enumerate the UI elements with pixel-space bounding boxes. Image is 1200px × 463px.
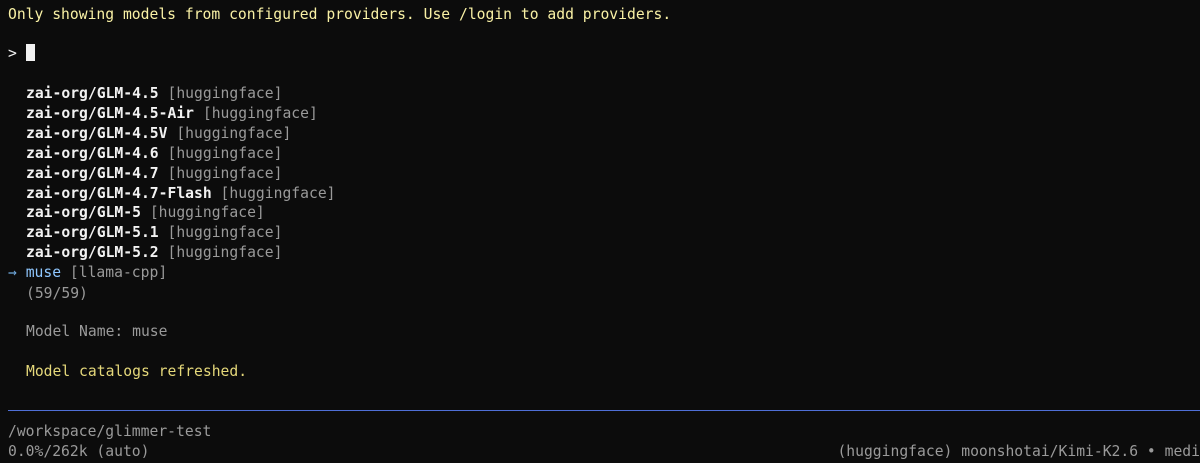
model-name: zai-org/GLM-5.1 — [26, 224, 159, 241]
model-provider: [huggingface] — [167, 145, 283, 162]
model-provider: [huggingface] — [220, 185, 336, 202]
model-list-item[interactable]: zai-org/GLM-4.6 [huggingface] — [26, 144, 282, 164]
model-list: zai-org/GLM-4.5 [huggingface] zai-org/GL… — [0, 85, 1200, 396]
model-name-info: Model Name: muse — [26, 323, 168, 340]
model-search-prompt[interactable]: > — [8, 44, 35, 64]
model-provider: [huggingface] — [202, 105, 318, 122]
model-name: zai-org/GLM-4.5V — [26, 125, 168, 142]
context-usage: 0.0%/262k (auto) — [8, 443, 150, 460]
model-provider: [huggingface] — [167, 244, 283, 261]
model-provider: [huggingface] — [167, 165, 283, 182]
model-list-item[interactable]: zai-org/GLM-4.5-Air [huggingface] — [26, 104, 318, 124]
model-list-item[interactable]: zai-org/GLM-4.7 [huggingface] — [26, 164, 282, 184]
status-message: Model catalogs refreshed. — [26, 363, 248, 380]
model-list-item[interactable]: zai-org/GLM-5.2 [huggingface] — [26, 243, 282, 263]
model-name: zai-org/GLM-4.7-Flash — [26, 185, 212, 202]
model-name: zai-org/GLM-5 — [26, 204, 141, 221]
model-list-item[interactable]: zai-org/GLM-5.1 [huggingface] — [26, 223, 282, 243]
model-provider: [huggingface] — [167, 85, 283, 102]
active-model-status: (huggingface) moonshotai/Kimi-K2.6 • med… — [837, 443, 1200, 460]
model-provider: [llama-cpp] — [69, 264, 168, 281]
footer-divider — [8, 410, 1200, 411]
model-list-item-selected[interactable]: → muse [llama-cpp] — [8, 263, 167, 283]
working-directory: /workspace/glimmer-test — [8, 423, 212, 440]
model-name: zai-org/GLM-4.5-Air — [26, 105, 195, 122]
provider-notice: Only showing models from configured prov… — [8, 6, 672, 23]
selection-arrow-icon: → — [8, 264, 17, 281]
model-list-item[interactable]: zai-org/GLM-4.5 [huggingface] — [26, 84, 282, 104]
model-list-item[interactable]: zai-org/GLM-5 [huggingface] — [26, 203, 265, 223]
model-count: (59/59) — [26, 285, 88, 302]
model-name: zai-org/GLM-4.7 — [26, 165, 159, 182]
model-provider: [huggingface] — [167, 224, 283, 241]
model-name: zai-org/GLM-5.2 — [26, 244, 159, 261]
model-name: zai-org/GLM-4.5 — [26, 85, 159, 102]
text-cursor — [25, 44, 35, 61]
model-provider: [huggingface] — [176, 125, 292, 142]
terminal-window: Only showing models from configured prov… — [0, 0, 1200, 463]
model-name: zai-org/GLM-4.6 — [26, 145, 159, 162]
model-name: muse — [25, 264, 62, 281]
model-list-item[interactable]: zai-org/GLM-4.5V [huggingface] — [26, 124, 291, 144]
prompt-symbol: > — [8, 45, 17, 62]
model-provider: [huggingface] — [149, 204, 265, 221]
model-list-item[interactable]: zai-org/GLM-4.7-Flash [huggingface] — [26, 184, 336, 204]
